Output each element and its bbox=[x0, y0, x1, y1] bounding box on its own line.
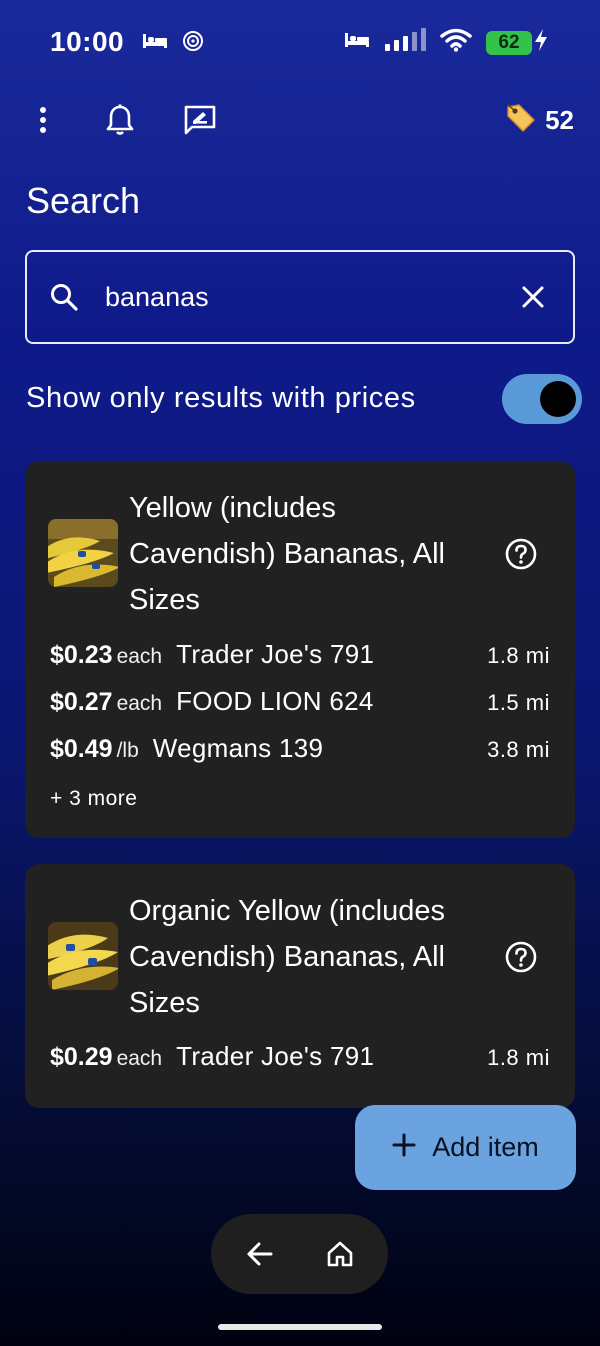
result-card[interactable]: Yellow (includes Cavendish) Bananas, All… bbox=[25, 461, 575, 838]
price-row[interactable]: $0.29 each Trader Joe's 791 1.8 mi bbox=[50, 1041, 550, 1081]
price: $0.49 bbox=[50, 735, 113, 763]
page-title: Search bbox=[26, 180, 141, 221]
store-distance: 1.5 mi bbox=[487, 690, 550, 715]
search-field[interactable] bbox=[25, 250, 575, 344]
toggle-knob bbox=[540, 381, 576, 417]
store-distance: 3.8 mi bbox=[487, 737, 550, 762]
store-distance: 1.8 mi bbox=[487, 643, 550, 668]
result-card[interactable]: Organic Yellow (includes Cavendish) Bana… bbox=[25, 864, 575, 1108]
search-icon bbox=[49, 282, 79, 312]
price-filter-toggle[interactable] bbox=[502, 374, 582, 424]
product-image bbox=[48, 519, 118, 587]
tag-count-badge[interactable]: 52 bbox=[505, 102, 574, 139]
store-distance: 1.8 mi bbox=[487, 1045, 550, 1070]
tag-icon bbox=[505, 102, 537, 139]
sleep-bed-icon bbox=[142, 32, 168, 55]
price: $0.23 bbox=[50, 641, 113, 669]
top-toolbar bbox=[28, 100, 218, 140]
price-row[interactable]: $0.49 /lb Wegmans 139 3.8 mi bbox=[50, 733, 550, 773]
store-name: FOOD LION 624 bbox=[176, 686, 374, 716]
plus-icon bbox=[392, 1133, 416, 1162]
status-left-icons bbox=[142, 30, 204, 57]
store-name: Wegmans 139 bbox=[152, 733, 324, 763]
product-image bbox=[48, 922, 118, 990]
tag-count: 52 bbox=[545, 105, 574, 135]
price-unit: /lb bbox=[116, 739, 139, 762]
price: $0.27 bbox=[50, 688, 113, 716]
add-item-label: Add item bbox=[432, 1132, 539, 1162]
product-title: Organic Yellow (includes Cavendish) Bana… bbox=[129, 895, 445, 1019]
help-circle-icon[interactable] bbox=[505, 941, 537, 973]
signal-icon bbox=[384, 28, 426, 57]
price-row[interactable]: $0.27 each FOOD LION 624 1.5 mi bbox=[50, 686, 550, 726]
status-right-icons: 62 bbox=[344, 28, 548, 57]
home-icon[interactable] bbox=[320, 1234, 360, 1274]
product-title: Yellow (includes Cavendish) Bananas, All… bbox=[129, 492, 445, 616]
store-name: Trader Joe's 791 bbox=[176, 1041, 375, 1071]
price-unit: each bbox=[116, 645, 163, 668]
battery: 62 bbox=[486, 29, 548, 56]
price: $0.29 bbox=[50, 1043, 113, 1071]
battery-level: 62 bbox=[486, 30, 532, 55]
focus-target-icon bbox=[182, 30, 204, 57]
close-icon[interactable] bbox=[513, 277, 553, 317]
arrow-left-icon[interactable] bbox=[240, 1234, 280, 1274]
bottom-nav bbox=[211, 1214, 388, 1294]
store-name: Trader Joe's 791 bbox=[176, 639, 375, 669]
price-unit: each bbox=[116, 692, 163, 715]
more-prices-link[interactable]: + 3 more bbox=[50, 787, 137, 811]
price-row[interactable]: $0.23 each Trader Joe's 791 1.8 mi bbox=[50, 639, 550, 679]
search-input[interactable] bbox=[105, 281, 513, 313]
price-unit: each bbox=[116, 1047, 163, 1070]
bell-icon[interactable] bbox=[102, 100, 138, 140]
help-circle-icon[interactable] bbox=[505, 538, 537, 570]
home-indicator bbox=[218, 1324, 382, 1330]
price-filter-label: Show only results with prices bbox=[26, 382, 416, 414]
add-item-button[interactable]: Add item bbox=[355, 1105, 576, 1190]
status-time: 10:00 bbox=[50, 26, 125, 57]
wifi-icon bbox=[440, 28, 472, 57]
sleep-bed-icon bbox=[344, 31, 370, 54]
feedback-icon[interactable] bbox=[182, 100, 218, 140]
charging-bolt-icon bbox=[534, 29, 548, 56]
more-vert-icon[interactable] bbox=[28, 100, 58, 140]
